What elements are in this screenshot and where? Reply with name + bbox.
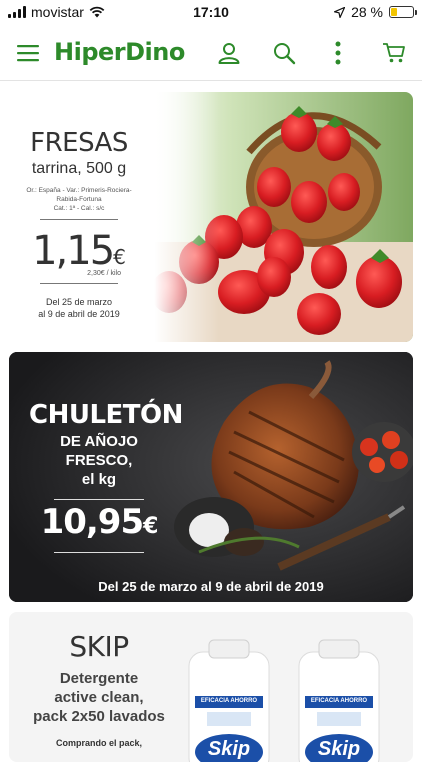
menu-icon[interactable] xyxy=(11,36,45,70)
cart-icon[interactable] xyxy=(377,36,411,70)
product-title: FRESAS xyxy=(30,128,128,158)
product-subtitle-line: el kg xyxy=(81,471,117,488)
offer-dates-line: Del 25 de marzo xyxy=(45,297,113,307)
status-bar-right: 28 % xyxy=(334,4,417,20)
product-price: 10,95€ xyxy=(29,502,169,542)
promo-card-steak[interactable]: CHULETÓN DE AÑOJO FRESCO, el kg 10,95€ D… xyxy=(9,352,413,602)
product-detail-line: Cat.: 1ª - Cal.: s/c xyxy=(53,205,105,212)
product-title: SKIP xyxy=(69,630,129,663)
product-detail-line: Rabida-Fortuna xyxy=(56,196,102,203)
product-subtitle: DE AÑOJO FRESCO, el kg xyxy=(29,432,169,489)
promo-card-detergent[interactable]: EFICACIA AHORRO EFICACIA AHORRO Skip Ski… xyxy=(9,612,413,762)
product-subtitle-line: Detergente xyxy=(59,670,139,687)
divider-line xyxy=(40,219,118,220)
brand-logo[interactable]: HiperDino xyxy=(54,38,185,66)
price-currency: € xyxy=(143,514,158,539)
product-subtitle: tarrina, 500 g xyxy=(31,160,127,177)
product-subtitle-line: active clean, xyxy=(54,689,144,706)
offer-dates-line: al 9 de abril de 2019 xyxy=(38,309,120,319)
price-currency: € xyxy=(113,245,126,269)
product-subtitle-line: DE AÑOJO FRESCO, xyxy=(60,433,138,469)
product-subtitle-line: pack 2x50 lavados xyxy=(33,708,165,725)
battery-icon xyxy=(389,6,417,18)
product-subtitle: Detergente active clean, pack 2x50 lavad… xyxy=(29,669,169,726)
steak-offer-text: CHULETÓN DE AÑOJO FRESCO, el kg 10,95€ xyxy=(29,400,183,553)
product-price: 1,15€ xyxy=(9,228,149,274)
strawberries-offer-text: FRESAS tarrina, 500 g Or.: España - Var.… xyxy=(9,92,149,342)
user-icon[interactable] xyxy=(212,36,246,70)
status-bar: movistar 17:10 28 % xyxy=(0,0,422,26)
top-navigation: HiperDino xyxy=(0,30,422,78)
product-details: Or.: España - Var.: Primeris-Rociera- Ra… xyxy=(9,186,149,213)
header-divider xyxy=(0,80,422,81)
divider-line xyxy=(40,283,118,284)
product-badge: EFICACIA AHORRO xyxy=(200,698,258,704)
product-detail-line: Or.: España - Var.: Primeris-Rociera- xyxy=(26,187,132,194)
location-arrow-icon xyxy=(334,6,346,18)
divider-line xyxy=(54,552,144,553)
offer-dates: Del 25 de marzo al 9 de abril de 2019 xyxy=(9,296,149,320)
price-value: 10,95 xyxy=(40,502,145,542)
offer-dates: Del 25 de marzo al 9 de abril de 2019 xyxy=(98,579,324,594)
divider-line xyxy=(54,499,144,500)
more-icon[interactable] xyxy=(321,36,355,70)
detergent-offer-text: SKIP Detergente active clean, pack 2x50 … xyxy=(29,630,169,748)
battery-percent: 28 % xyxy=(351,4,383,20)
offer-note: Comprando el pack, xyxy=(55,738,143,748)
promo-card-strawberries[interactable]: FRESAS tarrina, 500 g Or.: España - Var.… xyxy=(9,92,413,342)
search-icon[interactable] xyxy=(267,36,301,70)
battery-fill xyxy=(391,8,397,16)
price-value: 1,15 xyxy=(32,228,115,274)
product-badge: EFICACIA AHORRO xyxy=(310,698,368,704)
product-title: CHULETÓN xyxy=(29,400,183,430)
